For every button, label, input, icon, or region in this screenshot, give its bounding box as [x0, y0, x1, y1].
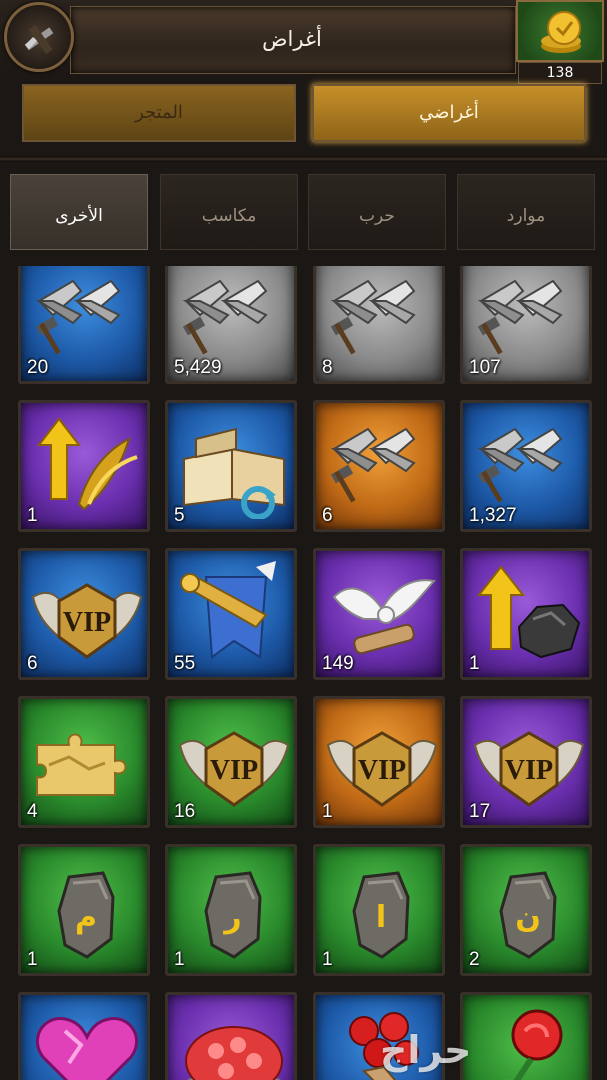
item-slot[interactable]: 37	[18, 992, 150, 1080]
divider	[0, 156, 607, 162]
single-rose-icon	[502, 1009, 563, 1080]
speedup-hammer-icon	[477, 279, 563, 355]
wheat-boost-icon	[36, 417, 138, 511]
item-slot[interactable]: 4	[18, 696, 150, 828]
svg-text:ا: ا	[376, 900, 386, 935]
item-count: 5,429	[174, 357, 222, 378]
item-slot[interactable]: VIP 16	[165, 696, 297, 828]
item-count: 107	[469, 357, 501, 378]
dove-scroll-icon	[332, 579, 436, 655]
item-count: 1	[27, 949, 38, 970]
tab-war[interactable]: حرب	[308, 174, 446, 250]
watermark: حراج	[380, 1028, 472, 1072]
item-count: 4	[27, 801, 38, 822]
item-count: 6	[322, 505, 333, 526]
item-slot[interactable]: 55	[165, 548, 297, 680]
item-slot[interactable]: 1,327	[460, 400, 592, 532]
item-slot[interactable]: 8	[313, 266, 445, 384]
item-slot[interactable]: 94	[165, 992, 297, 1080]
svg-text:VIP: VIP	[505, 755, 553, 786]
rose-bouquet-icon	[185, 1026, 283, 1080]
tab-resources[interactable]: موارد	[457, 174, 595, 250]
item-slot[interactable]: VIP 6	[18, 548, 150, 680]
svg-text:ر: ر	[222, 900, 241, 935]
item-count: 149	[322, 653, 354, 674]
item-count: 55	[174, 653, 196, 674]
page-title: أغراض	[262, 27, 322, 51]
item-count: 1	[322, 949, 333, 970]
gold-button[interactable]	[516, 0, 604, 62]
item-slot[interactable]: 20	[18, 266, 150, 384]
back-button[interactable]	[4, 2, 74, 72]
item-slot[interactable]: 9	[460, 992, 592, 1080]
speedup-hammer-icon	[35, 279, 121, 355]
pink-heart-gem-icon	[36, 1017, 138, 1080]
svg-text:VIP: VIP	[358, 755, 406, 786]
tab-my-items[interactable]: أغراضي	[312, 84, 586, 142]
item-count: 2	[469, 949, 480, 970]
speedup-hammer-icon	[330, 279, 416, 355]
item-count: 20	[27, 357, 49, 378]
item-count: 1	[27, 505, 38, 526]
book-refresh-icon	[183, 427, 285, 519]
puzzle-piece-icon	[36, 733, 127, 796]
item-count: 1	[174, 949, 185, 970]
item-slot[interactable]: 149	[313, 548, 445, 680]
item-count: 1	[322, 801, 333, 822]
item-count: 17	[469, 801, 491, 822]
item-slot[interactable]: م1	[18, 844, 150, 976]
hammer-back-icon	[24, 24, 54, 55]
gold-count: 138	[518, 62, 602, 84]
rune-stone-icon: ن	[499, 871, 557, 959]
rune-stone-icon: ا	[352, 871, 410, 959]
item-slot[interactable]: ن2	[460, 844, 592, 976]
svg-text:VIP: VIP	[210, 755, 258, 786]
speedup-hammer-icon	[182, 279, 268, 355]
rune-stone-icon: ر	[204, 871, 262, 959]
item-count: 16	[174, 801, 196, 822]
item-slot[interactable]: VIP 17	[460, 696, 592, 828]
vip-badge-icon: VIP	[31, 583, 143, 659]
rune-stone-icon: م	[57, 871, 115, 959]
items-grid: 20 5,429 8 107 1 5 6 1,327 VIP 6 55 149 1 4 VIP 16 VIP 1 V…	[0, 266, 607, 1080]
tab-gains[interactable]: مكاسب	[160, 174, 298, 250]
vip-badge-icon: VIP	[326, 731, 438, 807]
speedup-hammer-icon	[477, 427, 563, 503]
item-count: 1,327	[469, 505, 517, 526]
vip-badge-icon: VIP	[178, 731, 290, 807]
item-slot[interactable]: VIP 1	[313, 696, 445, 828]
item-slot[interactable]: 5	[165, 400, 297, 532]
horn-banner-icon	[180, 561, 276, 659]
item-count: 8	[322, 357, 333, 378]
item-slot[interactable]: 1	[18, 400, 150, 532]
svg-text:ن: ن	[515, 900, 541, 935]
ore-boost-icon	[476, 565, 581, 659]
item-slot[interactable]: ا1	[313, 844, 445, 976]
tab-other[interactable]: الأخرى	[10, 174, 148, 250]
item-count: 6	[27, 653, 38, 674]
item-count: 1	[469, 653, 480, 674]
vip-badge-icon: VIP	[473, 731, 585, 807]
speedup-hammer-icon	[330, 427, 416, 503]
tab-store[interactable]: المتجر	[22, 84, 296, 142]
item-slot[interactable]: ر1	[165, 844, 297, 976]
item-slot[interactable]: 5,429	[165, 266, 297, 384]
svg-text:VIP: VIP	[63, 607, 111, 638]
item-slot[interactable]: 1	[460, 548, 592, 680]
item-count: 5	[174, 505, 185, 526]
svg-text:م: م	[75, 900, 97, 935]
gold-coins-icon	[541, 11, 581, 53]
item-slot[interactable]: 107	[460, 266, 592, 384]
item-slot[interactable]: 6	[313, 400, 445, 532]
